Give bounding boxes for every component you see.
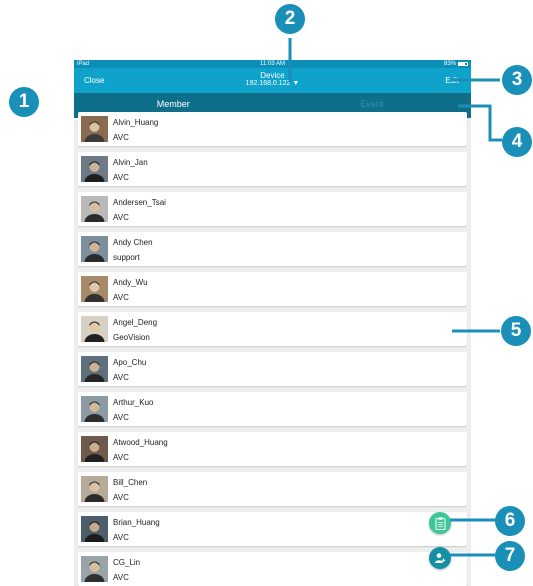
member-photo bbox=[81, 516, 108, 542]
member-name: Atwood_Huang bbox=[113, 438, 168, 447]
member-organization: AVC bbox=[113, 533, 129, 542]
battery-percent: 83% bbox=[443, 61, 456, 67]
status-time: 11:03 AM bbox=[260, 61, 285, 67]
member-organization: AVC bbox=[113, 133, 129, 142]
member-organization: AVC bbox=[113, 173, 129, 182]
callout-4: 4 bbox=[502, 127, 532, 157]
member-organization: GeoVision bbox=[113, 333, 150, 342]
member-row[interactable]: Angel_Deng GeoVision bbox=[78, 312, 467, 346]
member-name: Apo_Chu bbox=[113, 358, 147, 367]
nav-bar: Close Device 192.168.0.122 ▼ Edit bbox=[74, 68, 471, 93]
member-organization: AVC bbox=[113, 413, 129, 422]
member-name: Arthur_Kuo bbox=[113, 398, 154, 407]
member-organization: AVC bbox=[113, 453, 129, 462]
member-row[interactable]: Andersen_Tsai AVC bbox=[78, 192, 467, 226]
member-photo bbox=[81, 476, 108, 502]
member-row[interactable]: Arthur_Kuo AVC bbox=[78, 392, 467, 426]
edit-button[interactable]: Edit bbox=[445, 76, 459, 85]
add-member-button[interactable] bbox=[429, 547, 451, 569]
member-organization: AVC bbox=[113, 573, 129, 582]
member-photo bbox=[81, 316, 108, 342]
member-photo bbox=[81, 356, 108, 382]
member-name: Alvin_Huang bbox=[113, 118, 159, 127]
battery-icon bbox=[458, 62, 468, 66]
callout-5: 5 bbox=[501, 316, 531, 346]
member-photo bbox=[81, 156, 108, 182]
device-selector[interactable]: 192.168.0.122 ▼ bbox=[74, 80, 471, 88]
dropdown-triangle-icon: ▼ bbox=[292, 80, 300, 87]
device-ip: 192.168.0.122 bbox=[245, 80, 291, 87]
member-name: Bill_Chen bbox=[113, 478, 148, 487]
member-row[interactable]: Andy Chen support bbox=[78, 232, 467, 266]
callout-3: 3 bbox=[502, 65, 532, 95]
member-organization: AVC bbox=[113, 213, 129, 222]
member-photo bbox=[81, 196, 108, 222]
callout-6: 6 bbox=[495, 506, 525, 536]
member-photo bbox=[81, 396, 108, 422]
member-photo bbox=[81, 276, 108, 302]
device-title[interactable]: Device bbox=[74, 71, 471, 80]
member-name: Andy Chen bbox=[113, 238, 153, 247]
member-row[interactable]: Brian_Huang AVC bbox=[78, 512, 467, 546]
member-row[interactable]: Alvin_Jan AVC bbox=[78, 152, 467, 186]
member-photo bbox=[81, 556, 108, 582]
member-name: Angel_Deng bbox=[113, 318, 158, 327]
event-list-button[interactable] bbox=[429, 512, 451, 534]
member-organization: support bbox=[113, 253, 140, 262]
member-photo bbox=[81, 436, 108, 462]
member-photo bbox=[81, 236, 108, 262]
member-name: Andy_Wu bbox=[113, 278, 148, 287]
member-organization: AVC bbox=[113, 373, 129, 382]
member-row[interactable]: CG_Lin AVC bbox=[78, 552, 467, 586]
add-person-icon bbox=[435, 553, 446, 563]
member-row[interactable]: Apo_Chu AVC bbox=[78, 352, 467, 386]
member-organization: AVC bbox=[113, 493, 129, 502]
member-name: Brian_Huang bbox=[113, 518, 160, 527]
ipad-screen: iPad 11:03 AM 83% Close Device 192.168.0… bbox=[74, 60, 471, 586]
member-row[interactable]: Bill_Chen AVC bbox=[78, 472, 467, 506]
member-row[interactable]: Andy_Wu AVC bbox=[78, 272, 467, 306]
status-bar: iPad 11:03 AM 83% bbox=[74, 60, 471, 68]
member-row[interactable]: Alvin_Huang AVC bbox=[78, 112, 467, 146]
member-name: Alvin_Jan bbox=[113, 158, 148, 167]
member-photo bbox=[81, 116, 108, 142]
member-organization: AVC bbox=[113, 293, 129, 302]
callout-7: 7 bbox=[495, 541, 525, 571]
callout-2: 2 bbox=[275, 4, 305, 34]
member-name: CG_Lin bbox=[113, 558, 141, 567]
status-battery-group: 83% bbox=[444, 60, 468, 68]
clipboard-icon bbox=[435, 516, 445, 530]
member-row[interactable]: Atwood_Huang AVC bbox=[78, 432, 467, 466]
callout-1: 1 bbox=[9, 87, 39, 117]
member-name: Andersen_Tsai bbox=[113, 198, 166, 207]
